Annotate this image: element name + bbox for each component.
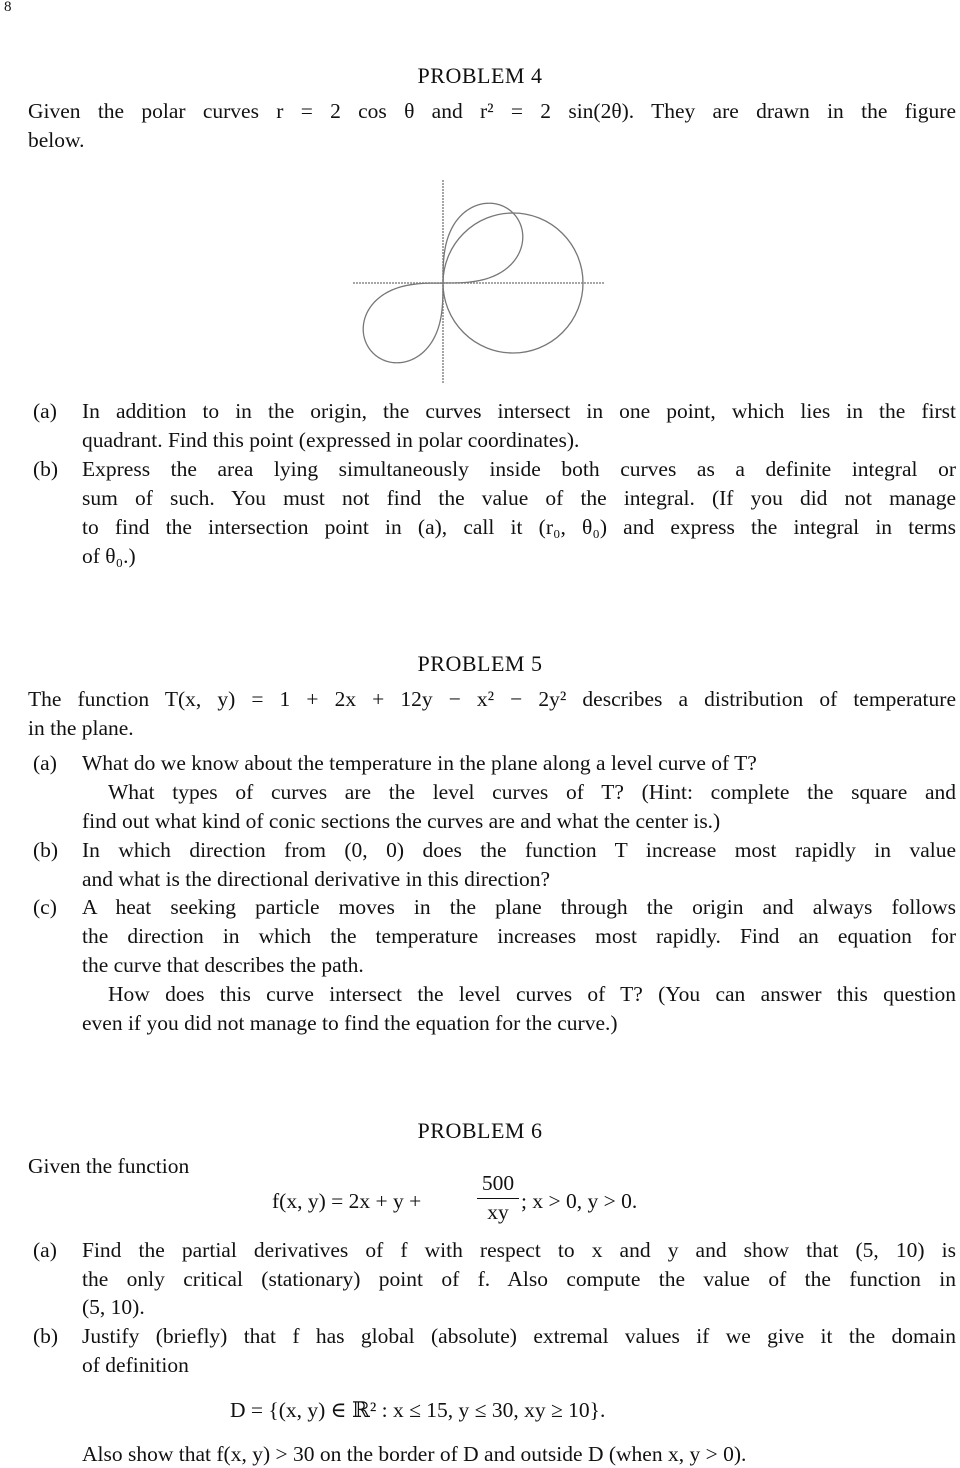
p4-a-label: (a)	[33, 399, 57, 423]
p5-c-line: the curve that describes the path.	[82, 953, 364, 977]
p6-a-line: (5, 10).	[82, 1295, 145, 1319]
p5-b-line: In which direction from (0, 0) does the …	[82, 838, 956, 862]
p6-formula-right: ; x > 0, y > 0.	[521, 1189, 638, 1213]
p4-a-line: quadrant. Find this point (expressed in …	[82, 428, 580, 452]
problem-5-title: PROBLEM 5	[417, 651, 543, 676]
p4-b-line: Express the area lying simultaneously in…	[82, 457, 956, 481]
p5-c-label: (c)	[33, 895, 57, 919]
p4-a-line: In addition to in the origin, the curves…	[82, 399, 956, 423]
p6-a-line: the only critical (stationary) point of …	[82, 1267, 956, 1291]
p6-a-label: (a)	[33, 1238, 57, 1262]
p5-a-line: What do we know about the temperature in…	[82, 751, 757, 775]
p5-a-line: find out what kind of conic sections the…	[82, 809, 721, 833]
p6-intro: Given the function	[28, 1154, 190, 1178]
p4-b-line: to find the intersection point in (a), c…	[82, 515, 956, 539]
polar-curves-figure	[353, 180, 605, 383]
p5-a-label: (a)	[33, 751, 57, 775]
p5-c-line: How does this curve intersect the level …	[108, 982, 956, 1006]
p6-fraction-numerator: 500	[481, 1171, 515, 1195]
p6-closing: Also show that f(x, y) > 30 on the borde…	[82, 1442, 747, 1466]
problem-4-title: PROBLEM 4	[417, 63, 543, 88]
page-number: 8	[4, 0, 12, 15]
p4-b-label: (b)	[33, 457, 59, 481]
p6-domain: D = {(x, y) ∈ ℝ² : x ≤ 15, y ≤ 30, xy ≥ …	[230, 1398, 606, 1422]
p6-b-line: Justify (briefly) that f has global (abs…	[82, 1324, 956, 1348]
p6-b-label: (b)	[33, 1324, 59, 1348]
p6-a-line: Find the partial derivatives of f with r…	[82, 1238, 956, 1262]
p5-c-line: A heat seeking particle moves in the pla…	[82, 895, 956, 919]
p6-fraction: 500 xy	[477, 1170, 519, 1225]
p5-intro-line: in the plane.	[28, 716, 134, 740]
p5-a-line: What types of curves are the level curve…	[108, 780, 956, 804]
p4-intro-line: below.	[28, 128, 85, 152]
p4-b-line: of θ₀.)	[82, 544, 136, 568]
p4-b-line: sum of such. You must not find the value…	[82, 486, 956, 510]
p6-formula-left: f(x, y) = 2x + y +	[272, 1189, 422, 1213]
p4-intro-line: Given the polar curves r = 2 cos θ and r…	[28, 99, 956, 123]
p6-b-line: of definition	[82, 1353, 189, 1377]
p6-fraction-denominator: xy	[477, 1198, 519, 1225]
p5-c-line: even if you did not manage to find the e…	[82, 1011, 618, 1035]
p5-b-label: (b)	[33, 838, 59, 862]
p5-b-line: and what is the directional derivative i…	[82, 867, 551, 891]
problem-6-title: PROBLEM 6	[417, 1118, 543, 1143]
p5-intro-line: The function T(x, y) = 1 + 2x + 12y − x²…	[28, 687, 956, 711]
p5-c-line: the direction in which the temperature i…	[82, 924, 956, 948]
